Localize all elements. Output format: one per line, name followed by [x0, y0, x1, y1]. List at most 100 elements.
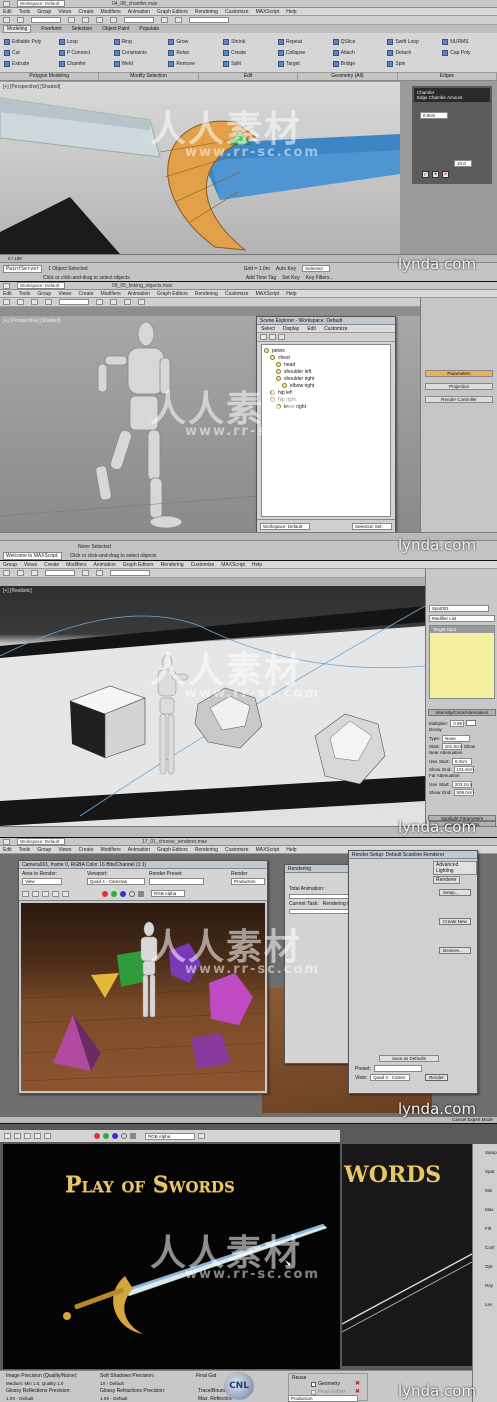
- modifier-list-select[interactable]: Modifier List: [429, 615, 495, 622]
- light-color-swatch[interactable]: [466, 720, 477, 726]
- select-icon[interactable]: [68, 17, 75, 23]
- chamfer-segments-spinner[interactable]: 10.0: [454, 160, 472, 167]
- setup-button-devices[interactable]: Devices...: [439, 947, 471, 954]
- ribbon-button-target[interactable]: Target: [277, 59, 329, 69]
- blue-channel-toggle[interactable]: [112, 1133, 118, 1139]
- key-filters-button[interactable]: Key Filters...: [306, 275, 334, 281]
- ribbon-button-collapse[interactable]: Collapse: [277, 48, 329, 58]
- viewport-realistic[interactable]: [+] [Realistic]: [0, 586, 425, 826]
- menu-graph-editors[interactable]: Graph Editors: [157, 847, 188, 853]
- menu-rendering[interactable]: Rendering: [195, 291, 218, 297]
- image-precision-value[interactable]: Medium: Min 1.0, Quality 1.0: [6, 1381, 63, 1386]
- render-setup-window[interactable]: Render Setup: Default Scanline Renderer …: [348, 850, 478, 1094]
- ribbon-button-cap-poly[interactable]: Cap Poly: [442, 48, 493, 58]
- selection-filter[interactable]: [59, 299, 89, 305]
- ribbon-group-polygon-modeling[interactable]: Polygon Modeling: [0, 73, 100, 80]
- decay-start-spinner[interactable]: 101.6cm: [441, 742, 462, 750]
- move-icon[interactable]: [110, 299, 117, 305]
- move-icon[interactable]: [17, 570, 24, 576]
- named-selection-set[interactable]: [189, 17, 229, 23]
- far-use-checkbox[interactable]: Use: [429, 782, 437, 787]
- near-start-spinner[interactable]: 0.0cm: [451, 757, 472, 765]
- menu-group[interactable]: Group: [3, 562, 17, 568]
- menu-views[interactable]: Views: [58, 847, 71, 853]
- green-channel-toggle[interactable]: [103, 1133, 109, 1139]
- menu-create[interactable]: Create: [78, 9, 93, 15]
- ribbon-button-create[interactable]: Create: [223, 48, 274, 58]
- channel-select[interactable]: RGB Alpha: [151, 890, 185, 897]
- save-defaults-button[interactable]: Save as Defaults: [379, 1055, 439, 1062]
- menu-help[interactable]: Help: [286, 9, 296, 15]
- tree-node-hip-right[interactable]: hip right: [264, 396, 388, 403]
- ribbon-button-spin[interactable]: Spin: [387, 59, 438, 69]
- near-show-checkbox[interactable]: Show: [429, 767, 440, 772]
- geometry-x-icon[interactable]: ✖: [355, 1380, 360, 1387]
- tree-node-shoulder-right[interactable]: shoulder right: [264, 375, 388, 382]
- tree-node-chest[interactable]: chest: [264, 354, 388, 361]
- menu-graph-editors[interactable]: Graph Editors: [123, 562, 154, 568]
- green-channel-toggle[interactable]: [111, 890, 117, 897]
- render-setup-title[interactable]: Render Setup: Default Scanline Renderer: [349, 851, 477, 859]
- mono-toggle[interactable]: [138, 890, 144, 897]
- menu-tools[interactable]: Tools: [19, 847, 31, 853]
- ribbon-button-weld[interactable]: Weld: [113, 59, 165, 69]
- ribbon-button-bridge[interactable]: Bridge: [332, 59, 384, 69]
- far-end-spinner[interactable]: 508.0cm: [453, 788, 474, 796]
- visibility-bulb-icon[interactable]: [270, 390, 275, 395]
- copy-image-icon[interactable]: [14, 1133, 21, 1139]
- add-time-tag[interactable]: Add Time Tag: [246, 275, 276, 281]
- hierarchy-icon[interactable]: [278, 334, 285, 340]
- menu-modifiers[interactable]: Modifiers: [100, 847, 120, 853]
- menu-graph-editors[interactable]: Graph Editors: [157, 9, 188, 15]
- visibility-bulb-icon[interactable]: [276, 404, 281, 409]
- menu-create[interactable]: Create: [78, 847, 93, 853]
- unlink-icon[interactable]: [45, 299, 52, 305]
- menu-animation[interactable]: Animation: [128, 9, 150, 15]
- print-icon[interactable]: [52, 890, 59, 897]
- menu-rendering[interactable]: Rendering: [161, 562, 184, 568]
- visibility-bulb-icon[interactable]: [276, 376, 281, 381]
- ribbon-button-qslice[interactable]: QSlice: [332, 37, 384, 47]
- undo-icon[interactable]: [3, 299, 10, 305]
- save-image-icon[interactable]: [4, 1133, 11, 1139]
- channel-select[interactable]: RGB Alpha: [145, 1132, 195, 1140]
- near-end-spinner[interactable]: 101.6cm: [453, 765, 474, 773]
- render-preset-select[interactable]: [149, 878, 204, 885]
- ribbon-button-p-connect[interactable]: P Connect: [58, 48, 110, 58]
- reference-coordinate-select[interactable]: [45, 570, 75, 576]
- workspace-selector[interactable]: Workspace: Default: [17, 0, 65, 7]
- alpha-channel-toggle[interactable]: [121, 1133, 127, 1139]
- explorer-menu-customize[interactable]: Customize: [324, 326, 348, 332]
- ribbon-button-extrude[interactable]: Extrude: [4, 59, 55, 69]
- filter-icon[interactable]: [260, 334, 267, 340]
- viewport-select[interactable]: Quad 4 - Cameras: [87, 878, 145, 885]
- select-icon[interactable]: [3, 570, 10, 576]
- ribbon-tab-selection[interactable]: Selection: [72, 26, 93, 32]
- mirror-icon[interactable]: [175, 17, 182, 23]
- key-mode-select[interactable]: Selected: [302, 265, 331, 272]
- rotate-icon[interactable]: [124, 299, 131, 305]
- red-channel-toggle[interactable]: [94, 1133, 100, 1139]
- command-button-projection[interactable]: Projection: [425, 383, 493, 390]
- set-key-button[interactable]: Set Key: [282, 275, 300, 281]
- modifier-stack-item[interactable]: Target Spot: [430, 626, 494, 633]
- menu-customize[interactable]: Customize: [225, 847, 249, 853]
- menu-animation[interactable]: Animation: [128, 847, 150, 853]
- tree-node-hip-left[interactable]: hip left: [264, 389, 388, 396]
- alpha-channel-toggle[interactable]: [129, 890, 135, 897]
- snap-icon[interactable]: [161, 17, 168, 23]
- visibility-bulb-icon[interactable]: [282, 383, 287, 388]
- menu-maxscript[interactable]: MAXScript: [256, 847, 280, 853]
- ribbon-tab-object-paint[interactable]: Object Paint: [102, 26, 129, 32]
- cancel-x-icon[interactable]: ×: [442, 171, 449, 178]
- auto-key-button[interactable]: Auto Key: [276, 266, 296, 272]
- tree-node-knee-right[interactable]: knee right: [264, 403, 388, 410]
- print-icon[interactable]: [34, 1133, 41, 1139]
- tree-node-pelvis[interactable]: pelvis: [264, 347, 388, 354]
- menu-group[interactable]: Group: [37, 291, 51, 297]
- ribbon-group-edit[interactable]: Edit: [199, 73, 299, 80]
- ribbon-button-ring[interactable]: Ring: [113, 37, 165, 47]
- menu-views[interactable]: Views: [58, 9, 71, 15]
- ribbon-button-cut[interactable]: Cut: [4, 48, 55, 58]
- ribbon-button-grow[interactable]: Grow: [168, 37, 219, 47]
